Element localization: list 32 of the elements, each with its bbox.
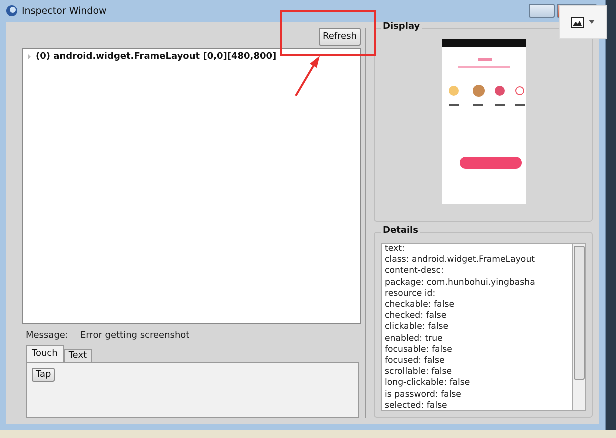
detail-line: long-clickable: false (385, 378, 472, 390)
refresh-button[interactable]: Refresh (319, 28, 361, 46)
detail-line: class: android.widget.FrameLayout (385, 255, 536, 266)
image-icon (571, 16, 584, 28)
minimize-button[interactable] (529, 4, 555, 18)
window-title: Inspector Window (22, 6, 107, 16)
detail-line: content-desc: (385, 266, 445, 278)
detail-line: checked: false (385, 311, 448, 322)
detail-line: clickable: false (385, 322, 450, 334)
detail-line: scrollable: false (385, 367, 454, 378)
expand-icon[interactable] (27, 54, 32, 60)
detail-line: is password: false (385, 390, 462, 401)
screenshot-tool-popup[interactable] (559, 5, 607, 39)
message-label: Message: (26, 331, 68, 341)
detail-line: text: (385, 244, 406, 256)
caret-icon (589, 20, 595, 24)
detail-line: focusable: false (385, 344, 454, 356)
detail-line: focused: false (385, 356, 446, 368)
message-text: Error getting screenshot (80, 331, 190, 341)
tap-button[interactable]: Tap (32, 368, 56, 382)
tree-item[interactable]: (0) android.widget.FrameLayout [0,0][480,800] (36, 52, 277, 62)
group-title: Details (381, 226, 420, 236)
tab[interactable]: Text (64, 349, 92, 362)
detail-line: resource id: (385, 288, 437, 300)
detail-line: enabled: true (385, 334, 444, 345)
detail-line: package: com.hunbohui.yingbasha (385, 278, 536, 289)
group-title: Display (381, 22, 422, 32)
tab[interactable]: Touch (26, 345, 64, 362)
app-icon (6, 5, 18, 17)
scrollbar[interactable] (572, 243, 586, 411)
detail-line: checkable: false (385, 300, 456, 312)
detail-line: selected: false (385, 400, 448, 410)
